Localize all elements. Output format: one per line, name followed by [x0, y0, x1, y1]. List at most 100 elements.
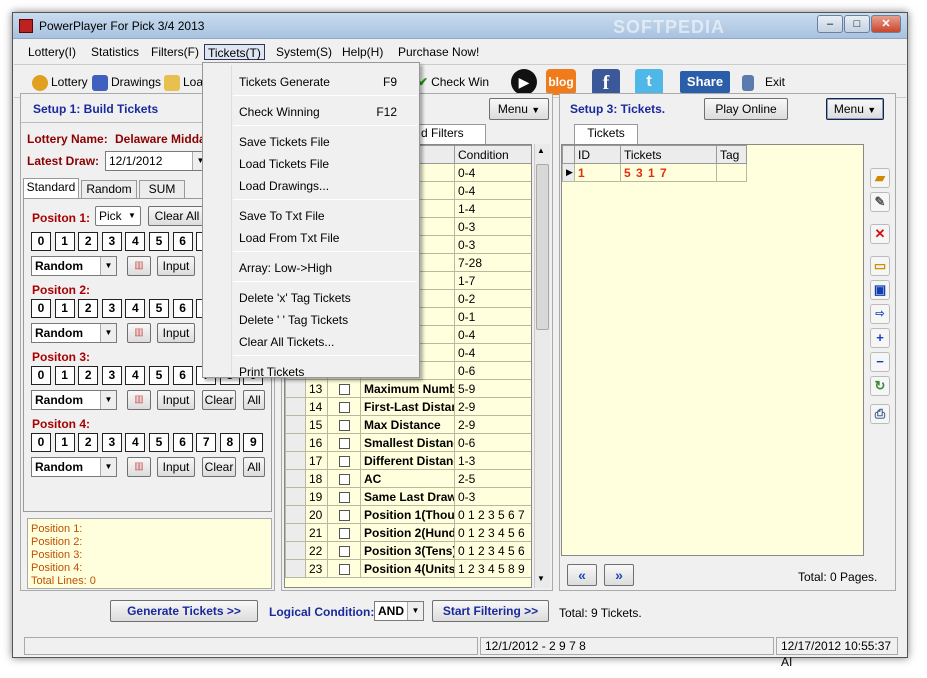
digit-button[interactable]: 8 — [219, 433, 240, 452]
row-selector[interactable] — [285, 397, 306, 416]
digit-button[interactable]: 5 — [149, 433, 169, 452]
digit-button[interactable]: 2 — [78, 299, 99, 318]
digit-button[interactable]: 4 — [125, 433, 146, 452]
digit-button[interactable]: 4 — [125, 299, 146, 318]
filter-checkbox[interactable] — [327, 415, 361, 434]
digit-button[interactable]: 2 — [78, 232, 99, 251]
row-selector[interactable] — [285, 415, 306, 434]
filter-condition[interactable]: 1 2 3 4 5 8 9 — [454, 559, 531, 578]
clear-tag-icon[interactable]: ✎ — [870, 192, 890, 212]
facebook-icon[interactable]: f — [592, 69, 620, 95]
remove-icon[interactable]: − — [870, 352, 890, 372]
play-online-button[interactable]: Play Online — [704, 98, 788, 120]
checkbox-icon[interactable] — [338, 383, 350, 395]
chart-icon[interactable]: ▥ — [127, 457, 151, 477]
menu-item[interactable]: Load Tickets File — [205, 154, 417, 174]
filter-checkbox[interactable] — [327, 451, 361, 470]
digit-button[interactable]: 0 — [31, 433, 51, 452]
clear-button[interactable]: Clear — [202, 390, 236, 410]
input-button[interactable]: Input — [157, 323, 195, 343]
maximize-icon[interactable]: □ — [844, 15, 870, 33]
filter-checkbox[interactable] — [327, 487, 361, 506]
input-button[interactable]: Input — [157, 390, 195, 410]
filter-condition[interactable]: 0 1 2 3 4 5 6 — [454, 523, 531, 542]
filter-condition[interactable]: 0-4 — [454, 343, 531, 362]
filter-condition[interactable]: 1-4 — [454, 199, 531, 218]
checkbox-icon[interactable] — [338, 491, 350, 503]
filter-checkbox[interactable] — [327, 559, 361, 578]
filter-condition[interactable]: 0-3 — [454, 235, 531, 254]
filter-checkbox[interactable] — [327, 379, 361, 398]
digit-button[interactable]: 1 — [54, 433, 75, 452]
row-selector[interactable] — [285, 541, 306, 560]
menu-purchase[interactable]: Purchase Now! — [395, 44, 482, 60]
add-icon[interactable]: + — [870, 328, 890, 348]
print-icon[interactable]: ⎙ — [870, 404, 890, 424]
filter-condition[interactable]: 5-9 — [454, 379, 531, 398]
digit-button[interactable]: 1 — [54, 299, 75, 318]
ticket-tag[interactable] — [716, 163, 747, 182]
row-selector[interactable] — [285, 523, 306, 542]
all-button[interactable]: All — [243, 390, 265, 410]
digit-button[interactable]: 5 — [149, 366, 169, 385]
play-icon[interactable]: ▶ — [511, 69, 537, 95]
tab-sum[interactable]: SUM — [139, 180, 185, 198]
filter-condition[interactable]: 0-4 — [454, 181, 531, 200]
right-menu-button[interactable]: Menu ▼ — [826, 98, 884, 120]
random-mode-select[interactable]: Random ▼ — [31, 323, 117, 343]
input-button[interactable]: Input — [157, 256, 195, 276]
digit-button[interactable]: 6 — [172, 366, 193, 385]
menu-item[interactable]: Load From Txt File — [205, 228, 417, 248]
filter-condition[interactable]: 0-1 — [454, 307, 531, 326]
table-row[interactable]: 21 Position 2(Hund 0 1 2 3 4 5 6 — [285, 523, 531, 542]
filter-condition[interactable]: 0-2 — [454, 289, 531, 308]
digit-button[interactable]: 4 — [125, 232, 146, 251]
filter-condition[interactable]: 0 1 2 3 5 6 7 — [454, 505, 531, 524]
previous-page-button[interactable]: « — [567, 564, 597, 586]
open-tickets-icon[interactable]: ▰ — [870, 168, 890, 188]
scroll-down-icon[interactable]: ▼ — [537, 574, 545, 583]
filter-condition[interactable]: 2-9 — [454, 415, 531, 434]
col-tag-header[interactable]: Tag — [716, 145, 747, 164]
filter-checkbox[interactable] — [327, 523, 361, 542]
table-row[interactable]: 16 Smallest Distanc 0-6 — [285, 433, 531, 452]
next-page-button[interactable]: » — [604, 564, 634, 586]
checkbox-icon[interactable] — [338, 563, 350, 575]
random-mode-select[interactable]: Random ▼ — [31, 390, 117, 410]
filter-condition[interactable]: 1-3 — [454, 451, 531, 470]
checkbox-icon[interactable] — [338, 527, 350, 539]
digit-button[interactable]: 0 — [31, 232, 51, 251]
digit-button[interactable]: 7 — [196, 433, 217, 452]
row-selector[interactable] — [285, 433, 306, 452]
close-icon[interactable]: ✕ — [871, 15, 901, 33]
menu-statistics[interactable]: Statistics — [88, 44, 142, 60]
digit-button[interactable]: 5 — [149, 232, 169, 251]
filter-checkbox[interactable] — [327, 541, 361, 560]
scroll-up-icon[interactable]: ▲ — [537, 146, 545, 155]
table-row[interactable]: 18 AC 2-5 — [285, 469, 531, 488]
drawings-button[interactable]: Drawings — [92, 71, 161, 93]
table-row[interactable]: 23 Position 4(Units 1 2 3 4 5 8 9 — [285, 559, 531, 578]
menu-item[interactable]: Load Drawings... — [205, 176, 417, 196]
table-row[interactable]: 22 Position 3(Tens) 0 1 2 3 4 5 6 — [285, 541, 531, 560]
row-selector[interactable] — [285, 559, 306, 578]
menu-item[interactable]: Print Tickets — [205, 362, 417, 382]
pick-dropdown[interactable]: Pick ▼ — [95, 206, 141, 226]
digit-button[interactable]: 0 — [31, 366, 51, 385]
digit-button[interactable]: 1 — [54, 366, 75, 385]
menu-item[interactable]: Save Tickets File — [205, 132, 417, 152]
chart-icon[interactable]: ▥ — [127, 390, 151, 410]
checkbox-icon[interactable] — [338, 401, 350, 413]
logical-condition-select[interactable]: AND ▼ — [374, 601, 424, 621]
digit-button[interactable]: 3 — [101, 232, 122, 251]
filter-condition[interactable]: 0-6 — [454, 433, 531, 452]
menu-item[interactable]: Delete 'x' Tag Tickets — [205, 288, 417, 308]
menu-help[interactable]: Help(H) — [339, 44, 386, 60]
scroll-thumb[interactable] — [536, 164, 549, 330]
row-selector[interactable] — [285, 379, 306, 398]
latest-draw-combo[interactable]: 12/1/2012 ▼ — [105, 151, 209, 171]
menu-item[interactable]: Check Winning F12 — [205, 102, 417, 122]
row-selector[interactable] — [285, 469, 306, 488]
filter-condition[interactable]: 0-4 — [454, 325, 531, 344]
tab-tickets[interactable]: Tickets — [574, 124, 638, 144]
